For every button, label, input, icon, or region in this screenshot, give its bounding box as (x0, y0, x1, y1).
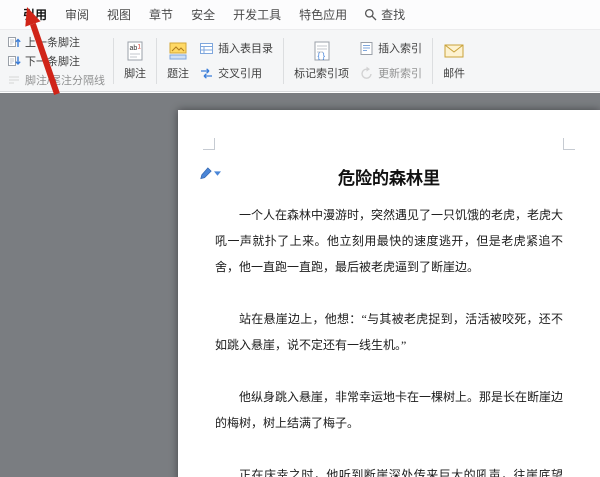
margin-corner-mark (203, 138, 215, 150)
caption-button[interactable]: 题注 (162, 37, 194, 84)
document-page[interactable]: 危险的森林里 一个人在森林中漫游时，突然遇见了一只饥饿的老虎，老虎大吼一声就扑了… (178, 110, 600, 477)
tab-view[interactable]: 视图 (98, 0, 140, 30)
page-arrow-down-icon (7, 54, 21, 68)
ribbon-separator (156, 38, 157, 84)
svg-text:{ }: { } (317, 52, 325, 61)
table-grid-icon (199, 41, 214, 56)
blue-pen-icon (198, 166, 213, 181)
insert-table-of-figures-label: 插入表目录 (218, 40, 273, 56)
find-button[interactable]: 查找 (364, 6, 405, 23)
paragraph[interactable]: 正在庆幸之时，他听到断崖深处传来巨大的吼声，往崖底望去，原来有一只凶猛的狮子正抬… (215, 462, 563, 477)
footnote-separator-label: 脚注/尾注分隔线 (25, 72, 105, 88)
footnote-separator-button: 脚注/尾注分隔线 (4, 72, 108, 88)
braces-page-icon: { } (311, 40, 333, 62)
margin-corner-mark (563, 138, 575, 150)
mark-index-entry-label: 标记索引项 (294, 65, 349, 81)
tab-review[interactable]: 审阅 (56, 0, 98, 30)
document-body[interactable]: 一个人在森林中漫游时，突然遇见了一只饥饿的老虎，老虎大吼一声就扑了上来。他立刻用… (215, 202, 563, 477)
envelope-icon (443, 40, 465, 62)
ribbon-separator (432, 38, 433, 84)
svg-text:ab: ab (130, 45, 138, 52)
prev-footnote-label: 上一条脚注 (25, 34, 80, 50)
paragraph[interactable]: 他纵身跳入悬崖，非常幸运地卡在一棵树上。那是长在断崖边的梅树，树上结满了梅子。 (215, 384, 563, 436)
separator-lines-icon (7, 73, 21, 87)
tab-special-apps[interactable]: 特色应用 (290, 0, 356, 30)
paragraph[interactable]: 一个人在森林中漫游时，突然遇见了一只饥饿的老虎，老虎大吼一声就扑了上来。他立刻用… (215, 202, 563, 280)
mail-label: 邮件 (443, 65, 465, 81)
footnote-page-icon: ab 1 (124, 40, 146, 62)
cross-reference-label: 交叉引用 (218, 65, 262, 81)
next-footnote-label: 下一条脚注 (25, 53, 80, 69)
update-index-label: 更新索引 (378, 65, 422, 81)
insert-index-label: 插入索引 (378, 40, 422, 56)
find-label: 查找 (381, 6, 405, 23)
pen-tool-button[interactable] (198, 166, 221, 181)
prev-footnote-button[interactable]: 上一条脚注 (4, 34, 108, 50)
paragraph[interactable]: 站在悬崖边上，他想：“与其被老虎捉到，活活被咬死，还不如跳入悬崖，说不定还有一线… (215, 306, 563, 358)
cross-reference-button[interactable]: 交叉引用 (196, 65, 276, 81)
mark-index-entry-button[interactable]: { } 标记索引项 (289, 37, 354, 84)
footnote-nav-group: 上一条脚注 下一条脚注 脚注/尾注分隔线 (4, 34, 108, 88)
update-index-button: 更新索引 (356, 65, 425, 81)
caption-label: 题注 (167, 65, 189, 81)
tab-section[interactable]: 章节 (140, 0, 182, 30)
footnote-label: 脚注 (124, 65, 146, 81)
chevron-down-icon (214, 171, 221, 176)
tab-references[interactable]: 引用 (14, 0, 56, 30)
tab-developer-tools[interactable]: 开发工具 (224, 0, 290, 30)
insert-index-button[interactable]: 插入索引 (356, 40, 425, 56)
picture-caption-icon (167, 40, 189, 62)
document-workspace: 危险的森林里 一个人在森林中漫游时，突然遇见了一只饥饿的老虎，老虎大吼一声就扑了… (0, 93, 600, 477)
ribbon-separator (113, 38, 114, 84)
mail-button[interactable]: 邮件 (438, 37, 470, 84)
next-footnote-button[interactable]: 下一条脚注 (4, 53, 108, 69)
magnifier-icon (364, 8, 377, 21)
menu-bar: 引用 审阅 视图 章节 安全 开发工具 特色应用 查找 (0, 0, 600, 30)
insert-table-of-figures-button[interactable]: 插入表目录 (196, 40, 276, 56)
ribbon-separator (283, 38, 284, 84)
footnote-button[interactable]: ab 1 脚注 (119, 37, 151, 84)
tab-security[interactable]: 安全 (182, 0, 224, 30)
index-tools-group: 插入索引 更新索引 (356, 40, 425, 81)
index-page-icon (359, 41, 374, 56)
document-title[interactable]: 危险的森林里 (178, 164, 600, 194)
caption-tools-group: 插入表目录 交叉引用 (196, 40, 276, 81)
double-arrows-icon (199, 66, 214, 81)
ribbon-toolbar: 上一条脚注 下一条脚注 脚注/尾注分隔线 ab 1 脚注 (0, 30, 600, 92)
page-arrow-up-icon (7, 35, 21, 49)
refresh-icon (359, 66, 374, 81)
